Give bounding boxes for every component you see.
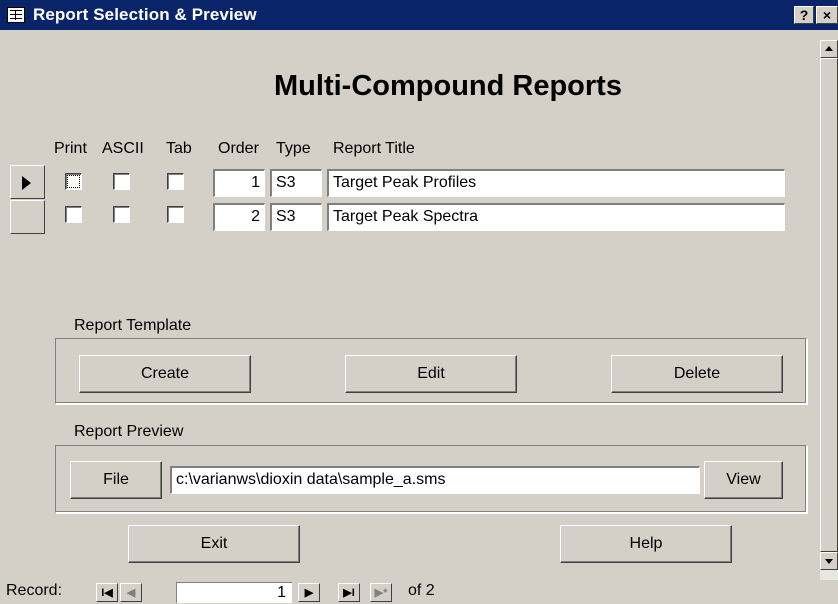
order-field[interactable]: 1 xyxy=(213,169,265,197)
close-button[interactable]: × xyxy=(816,6,838,24)
form-icon xyxy=(7,7,25,23)
print-checkbox[interactable] xyxy=(65,206,82,223)
ascii-checkbox[interactable] xyxy=(113,173,130,190)
next-record-button[interactable]: ▶ xyxy=(298,583,320,602)
order-field[interactable]: 2 xyxy=(213,203,265,231)
arrow-up-icon xyxy=(825,46,833,51)
create-button[interactable]: Create xyxy=(79,355,251,393)
window-title: Report Selection & Preview xyxy=(33,5,257,24)
type-field[interactable]: S3 xyxy=(270,203,322,231)
column-header-type: Type xyxy=(276,140,311,157)
tab-checkbox[interactable] xyxy=(167,173,184,190)
delete-button[interactable]: Delete xyxy=(611,355,783,393)
previous-record-button[interactable]: ◀ xyxy=(120,583,142,602)
of-label: of xyxy=(408,582,422,599)
column-header-order: Order xyxy=(218,140,259,157)
column-header-ascii: ASCII xyxy=(102,140,144,157)
record-count-text: of 2 xyxy=(408,582,435,600)
view-button[interactable]: View xyxy=(704,461,783,499)
nav-spacer xyxy=(150,583,174,602)
tab-checkbox[interactable] xyxy=(167,206,184,223)
help-button[interactable]: Help xyxy=(560,525,732,563)
record-selector[interactable] xyxy=(10,200,45,234)
scroll-thumb[interactable] xyxy=(820,58,838,552)
record-label: Record: xyxy=(6,582,63,599)
report-template-label: Report Template xyxy=(66,317,200,335)
type-field[interactable]: S3 xyxy=(270,169,322,197)
page-title: Multi-Compound Reports xyxy=(274,70,622,102)
scroll-up-button[interactable] xyxy=(820,40,838,58)
help-title-button[interactable]: ? xyxy=(794,6,814,24)
current-record-icon xyxy=(22,176,31,190)
column-header-tab: Tab xyxy=(166,140,192,157)
edit-button[interactable]: Edit xyxy=(345,355,517,393)
exit-button[interactable]: Exit xyxy=(128,525,300,563)
new-record-button[interactable]: ▶* xyxy=(370,583,392,602)
file-path-field[interactable]: c:\varianws\dioxin data\sample_a.sms xyxy=(170,466,700,494)
column-header-print: Print xyxy=(54,140,87,157)
last-record-button[interactable]: ▶I xyxy=(338,583,360,602)
window-titlebar: Report Selection & Preview ? × xyxy=(0,0,838,30)
column-header-title: Report Title xyxy=(333,140,415,157)
first-record-button[interactable]: I◀ xyxy=(96,583,118,602)
record-navigation-bar: Record: I◀ ◀ 1 ▶ ▶I ▶* of 2 xyxy=(0,580,838,604)
report-title-field[interactable]: Target Peak Profiles xyxy=(327,169,785,197)
ascii-checkbox[interactable] xyxy=(113,206,130,223)
report-preview-label: Report Preview xyxy=(66,423,192,441)
file-button[interactable]: File xyxy=(70,461,162,499)
report-title-field[interactable]: Target Peak Spectra xyxy=(327,203,785,231)
record-selector[interactable] xyxy=(10,165,45,199)
print-checkbox[interactable] xyxy=(65,173,82,190)
scroll-down-button[interactable] xyxy=(820,552,838,570)
vertical-scrollbar[interactable] xyxy=(820,40,838,580)
record-number-field[interactable]: 1 xyxy=(176,582,292,603)
arrow-down-icon xyxy=(825,559,833,564)
record-total: 2 xyxy=(425,582,435,599)
